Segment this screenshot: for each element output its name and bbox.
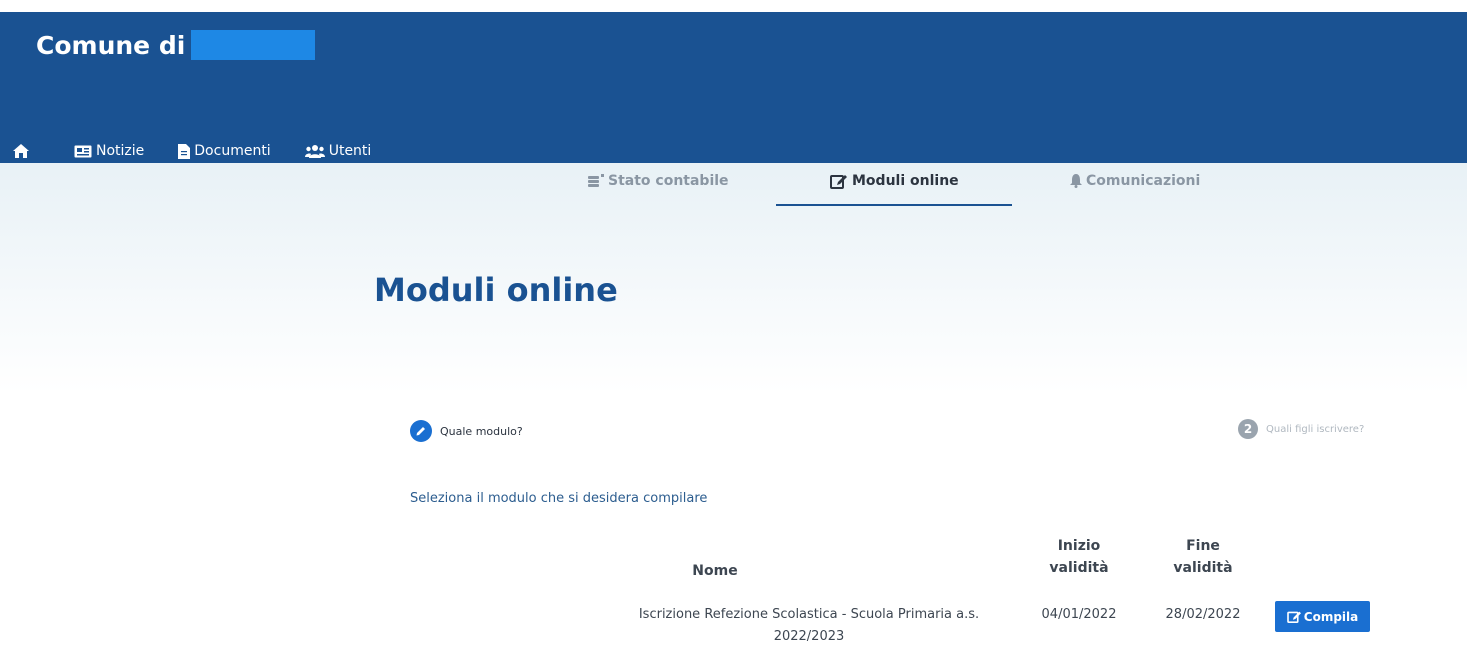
step-next: 2 Quali figli iscrivere?: [1238, 419, 1364, 439]
nav-label-documenti: Documenti: [194, 143, 271, 159]
step-label-current: Quale modulo?: [440, 424, 523, 438]
column-header-inizio-validita: Inizio validità: [1024, 535, 1134, 579]
nav-item-home[interactable]: [12, 143, 34, 159]
brand[interactable]: Comune di: [36, 30, 316, 60]
module-name-line1: Iscrizione Refezione Scolastica - Scuola…: [638, 607, 980, 622]
step-label-next: Quali figli iscrivere?: [1266, 423, 1365, 435]
header-inizio-line1: Inizio: [1057, 538, 1101, 554]
header-inizio-line2: validità: [1049, 560, 1109, 576]
instruction-text: Seleziona il modulo che si desidera comp…: [410, 491, 708, 506]
step-number-badge: 2: [1238, 419, 1258, 439]
page-title: Moduli online: [374, 271, 618, 309]
column-header-nome: Nome: [692, 563, 738, 579]
nav-item-notizie[interactable]: Notizie: [74, 143, 144, 159]
column-header-fine-validita: Fine validità: [1148, 535, 1258, 579]
edit-icon: [830, 173, 848, 189]
nav-label-notizie: Notizie: [96, 143, 145, 159]
tab-stato-contabile[interactable]: Stato contabile: [588, 173, 729, 189]
bell-icon: [1070, 174, 1082, 188]
tab-moduli-online[interactable]: Moduli online: [830, 173, 959, 189]
tab-label-moduli-online: Moduli online: [852, 173, 959, 189]
pencil-icon: [410, 420, 432, 442]
header-fine-line1: Fine: [1186, 538, 1220, 554]
users-icon: [304, 144, 325, 158]
section-tabs: Stato contabile Moduli online Comunicazi…: [0, 163, 1467, 211]
newspaper-icon: [74, 145, 92, 158]
compila-button[interactable]: Compila: [1275, 601, 1370, 632]
main-nav: Notizie Documenti Utenti: [0, 136, 405, 166]
tab-comunicazioni[interactable]: Comunicazioni: [1070, 173, 1200, 189]
header-fine-line2: validità: [1173, 560, 1233, 576]
active-tab-indicator: [776, 204, 1012, 206]
redacted-municipality-name: [191, 30, 316, 60]
brand-name: Comune di: [36, 30, 186, 60]
step-current: Quale modulo?: [410, 420, 523, 442]
table-cell-fine: 28/02/2022: [1165, 607, 1241, 622]
tab-label-stato-contabile: Stato contabile: [608, 173, 729, 189]
table-cell-inizio: 04/01/2022: [1041, 607, 1117, 622]
nav-item-documenti[interactable]: Documenti: [178, 143, 271, 159]
document-icon: [178, 143, 191, 159]
compila-button-label: Compila: [1303, 609, 1359, 624]
nav-item-utenti[interactable]: Utenti: [304, 143, 372, 159]
tab-label-comunicazioni: Comunicazioni: [1086, 173, 1201, 189]
table-cell-nome: Iscrizione Refezione Scolastica - Scuola…: [612, 604, 1006, 648]
edit-icon: [1286, 610, 1302, 623]
ledger-icon: [588, 174, 604, 188]
site-header: Comune di Notizie Documenti Utenti: [0, 12, 1467, 163]
module-name-line2: 2022/2023: [773, 629, 845, 644]
nav-label-utenti: Utenti: [328, 143, 372, 159]
home-icon: [12, 143, 30, 159]
